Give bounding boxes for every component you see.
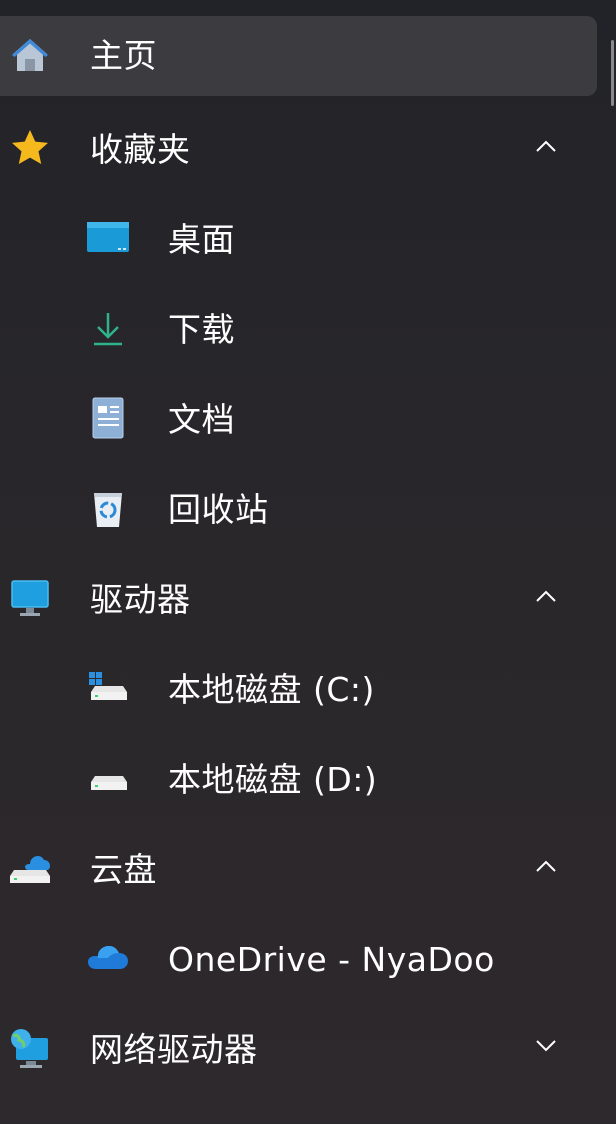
home-icon	[8, 34, 52, 78]
cloud-drive-icon	[8, 846, 52, 890]
download-icon	[86, 306, 130, 350]
nav-item-onedrive[interactable]: OneDrive - NyaDoo	[0, 920, 597, 1000]
nav-item-downloads[interactable]: 下载	[0, 290, 597, 370]
nav-item-label: 回收站	[168, 490, 269, 529]
nav-section-label: 驱动器	[90, 580, 191, 619]
scrollbar[interactable]	[610, 0, 616, 1124]
nav-item-label: 桌面	[168, 220, 235, 259]
nav-section-favorites[interactable]: 收藏夹	[0, 110, 597, 190]
chevron-down-icon[interactable]	[530, 1030, 562, 1062]
nav-item-drive-d[interactable]: 本地磁盘 (D:)	[0, 740, 597, 820]
nav-item-recycle-bin[interactable]: 回收站	[0, 470, 597, 550]
document-icon	[86, 396, 130, 440]
chevron-up-icon[interactable]	[530, 130, 562, 162]
nav-item-label: 主页	[90, 36, 157, 75]
onedrive-icon	[86, 936, 130, 980]
nav-section-cloud[interactable]: 云盘	[0, 830, 597, 910]
nav-item-desktop[interactable]: 桌面	[0, 200, 597, 280]
scrollbar-thumb[interactable]	[611, 40, 614, 106]
desktop-folder-icon	[86, 216, 130, 260]
chevron-up-icon[interactable]	[530, 850, 562, 882]
nav-item-drive-c[interactable]: 本地磁盘 (C:)	[0, 650, 597, 730]
nav-item-home[interactable]: 主页	[0, 16, 597, 96]
nav-item-label: OneDrive - NyaDoo	[168, 940, 495, 979]
network-drive-icon	[8, 1026, 52, 1070]
nav-item-label: 本地磁盘 (D:)	[168, 760, 378, 799]
nav-item-label: 本地磁盘 (C:)	[168, 670, 375, 709]
nav-section-label: 网络驱动器	[90, 1030, 258, 1069]
nav-item-label: 下载	[168, 310, 235, 349]
recycle-bin-icon	[86, 486, 130, 530]
nav-section-network[interactable]: 网络驱动器	[0, 1010, 597, 1090]
monitor-icon	[8, 576, 52, 620]
nav-section-label: 收藏夹	[90, 130, 191, 169]
navigation-pane: 主页 收藏夹 桌面 下载 文档 回收站 驱动器 本地磁盘 (C:) 本地磁盘 (…	[0, 0, 616, 1124]
system-drive-icon	[86, 666, 130, 710]
drive-icon	[86, 756, 130, 800]
nav-section-label: 云盘	[90, 850, 157, 889]
star-icon	[8, 126, 52, 170]
nav-section-drives[interactable]: 驱动器	[0, 560, 597, 640]
nav-item-documents[interactable]: 文档	[0, 380, 597, 460]
nav-item-label: 文档	[168, 400, 235, 439]
chevron-up-icon[interactable]	[530, 580, 562, 612]
